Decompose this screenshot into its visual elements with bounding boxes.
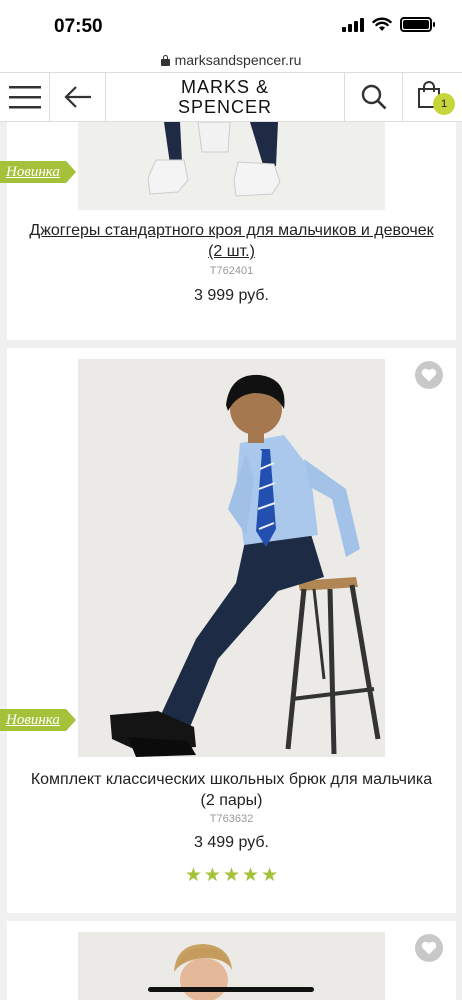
product-code: T763632 <box>209 813 254 825</box>
battery-icon <box>400 17 435 32</box>
status-icons <box>342 17 435 32</box>
home-indicator[interactable] <box>148 987 314 992</box>
product-card[interactable]: Новинка Комплект классических школьных б… <box>0 348 456 913</box>
product-title[interactable]: Комплект классических школьных брюк для … <box>27 769 436 811</box>
hamburger-menu-icon <box>8 86 41 109</box>
product-image[interactable] <box>78 122 385 210</box>
site-header: MARKS & SPENCER 1 <box>0 72 462 122</box>
product-price: 3 999 руб. <box>194 287 269 304</box>
search-icon <box>361 84 386 110</box>
heart-icon <box>421 941 437 955</box>
back-arrow-icon <box>63 86 91 108</box>
new-badge: Новинка <box>0 161 76 183</box>
wishlist-button[interactable] <box>415 361 443 389</box>
menu-button[interactable] <box>0 73 50 121</box>
star-icon: ★ <box>261 865 279 886</box>
signal-icon <box>342 17 364 32</box>
star-icon: ★ <box>222 865 241 886</box>
search-button[interactable] <box>344 73 402 121</box>
status-bar: 07:50 <box>0 0 462 48</box>
star-icon: ★ <box>242 865 260 886</box>
url-text: marksandspencer.ru <box>174 52 302 68</box>
lock-icon <box>160 54 170 66</box>
product-image[interactable] <box>78 359 385 757</box>
address-bar[interactable]: marksandspencer.ru <box>0 48 462 72</box>
logo-line-1: MARKS & <box>180 77 270 97</box>
bag-count-badge: 1 <box>433 93 455 115</box>
shopping-bag-button[interactable]: 1 <box>402 73 462 121</box>
back-button[interactable] <box>50 73 106 121</box>
wishlist-button[interactable] <box>415 934 443 962</box>
status-time: 07:50 <box>54 16 103 37</box>
rating-stars: ★ ★ ★ ★ ★ <box>7 866 456 885</box>
wifi-icon <box>372 17 392 31</box>
logo-line-2: SPENCER <box>177 97 273 117</box>
product-title[interactable]: Джоггеры стандартного кроя для мальчиков… <box>27 220 436 262</box>
new-badge: Новинка <box>0 709 76 731</box>
product-price: 3 499 руб. <box>194 834 269 851</box>
star-icon: ★ <box>184 865 202 886</box>
product-card[interactable]: Новинка Джоггеры стандартного кроя для м… <box>0 122 456 340</box>
product-code: T762401 <box>209 265 254 277</box>
heart-icon <box>421 368 437 382</box>
star-icon: ★ <box>203 865 221 886</box>
site-logo[interactable]: MARKS & SPENCER <box>106 73 344 121</box>
